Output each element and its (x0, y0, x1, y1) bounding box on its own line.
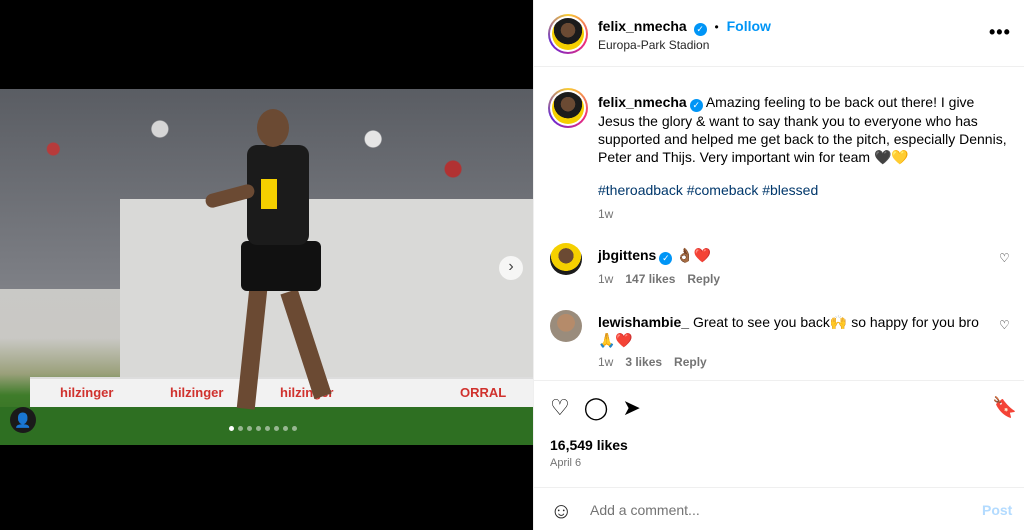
post-header: felix_nmecha ✓ • Follow Europa-Park Stad… (534, 0, 1024, 67)
instagram-post: hilzinger hilzinger hilzinger ORRAL › 👤 (0, 0, 1024, 530)
comment-icon[interactable]: ◯ (584, 395, 609, 421)
caption-avatar[interactable] (548, 88, 588, 128)
commenter-username[interactable]: jbgittens (598, 247, 656, 263)
comment-composer: ☺ Post (534, 487, 1024, 530)
carousel-dot (256, 426, 261, 431)
commenter-avatar[interactable] (550, 243, 582, 275)
carousel-dot (265, 426, 270, 431)
verified-badge-icon: ✓ (689, 99, 703, 112)
comment-input[interactable] (590, 502, 960, 518)
board-text: ORRAL (460, 385, 507, 400)
carousel-dot (238, 426, 243, 431)
save-bookmark-icon[interactable]: 🔖 (992, 395, 1017, 420)
board-text: hilzinger (170, 385, 224, 400)
tagged-user-icon[interactable]: 👤 (10, 407, 36, 433)
comment-text: 👌🏾❤️ (676, 247, 712, 263)
comment-time[interactable]: 1w (598, 355, 613, 369)
caption-username[interactable]: felix_nmecha (598, 94, 687, 110)
like-icon[interactable]: ♡ (550, 395, 570, 421)
caption-time[interactable]: 1w (598, 207, 613, 221)
carousel-indicator (229, 426, 297, 431)
location-link[interactable]: Europa-Park Stadion (598, 38, 709, 52)
caption-hashtags[interactable]: #theroadback #comeback #blessed (598, 182, 818, 198)
post-caption: felix_nmecha ✓ Amazing feeling to be back… (598, 93, 1008, 166)
post-date[interactable]: April 6 (550, 457, 581, 469)
carousel-dot (274, 426, 279, 431)
verified-badge-icon: ✓ (659, 252, 673, 265)
comment-likes[interactable]: 147 likes (625, 272, 675, 286)
post-photo[interactable]: hilzinger hilzinger hilzinger ORRAL (0, 89, 533, 445)
comment-likes[interactable]: 3 likes (625, 355, 662, 369)
carousel-dot (283, 426, 288, 431)
comment-time[interactable]: 1w (598, 272, 613, 286)
author-avatar[interactable] (548, 14, 588, 54)
post-comment-button[interactable]: Post (982, 502, 1012, 518)
emoji-picker-icon[interactable]: ☺ (550, 498, 572, 524)
separator: • (714, 20, 719, 34)
comment-meta: 1w 3 likes Reply (598, 355, 707, 369)
reply-button[interactable]: Reply (687, 272, 720, 286)
board-text: hilzinger (60, 385, 114, 400)
carousel-dot (292, 426, 297, 431)
author-username[interactable]: felix_nmecha (598, 18, 687, 34)
carousel-dot (229, 426, 234, 431)
share-icon[interactable]: ➤ (622, 395, 640, 421)
commenter-avatar[interactable] (550, 310, 582, 342)
header-title-row: felix_nmecha ✓ • Follow (598, 18, 771, 36)
next-slide-button[interactable]: › (499, 256, 523, 280)
post-side-panel: felix_nmecha ✓ • Follow Europa-Park Stad… (533, 0, 1024, 530)
more-options-icon[interactable]: ••• (989, 22, 1011, 43)
action-icons: ♡ ◯ ➤ (550, 395, 641, 421)
comment-meta: 1w 147 likes Reply (598, 272, 720, 286)
comment-like-icon[interactable]: ♡ (999, 318, 1010, 332)
verified-badge-icon: ✓ (693, 23, 707, 36)
actions-divider (534, 380, 1024, 381)
comment-like-icon[interactable]: ♡ (999, 251, 1010, 265)
post-media: hilzinger hilzinger hilzinger ORRAL › 👤 (0, 0, 533, 530)
comment-body: lewishambie_ Great to see you back🙌 so h… (598, 313, 988, 349)
commenter-username[interactable]: lewishambie_ (598, 314, 689, 330)
carousel-dot (247, 426, 252, 431)
reply-button[interactable]: Reply (674, 355, 707, 369)
player-figure (204, 109, 345, 429)
like-count[interactable]: 16,549 likes (550, 437, 628, 453)
comment-body: jbgittens ✓ 👌🏾❤️ (598, 246, 988, 265)
follow-button[interactable]: Follow (727, 18, 771, 34)
